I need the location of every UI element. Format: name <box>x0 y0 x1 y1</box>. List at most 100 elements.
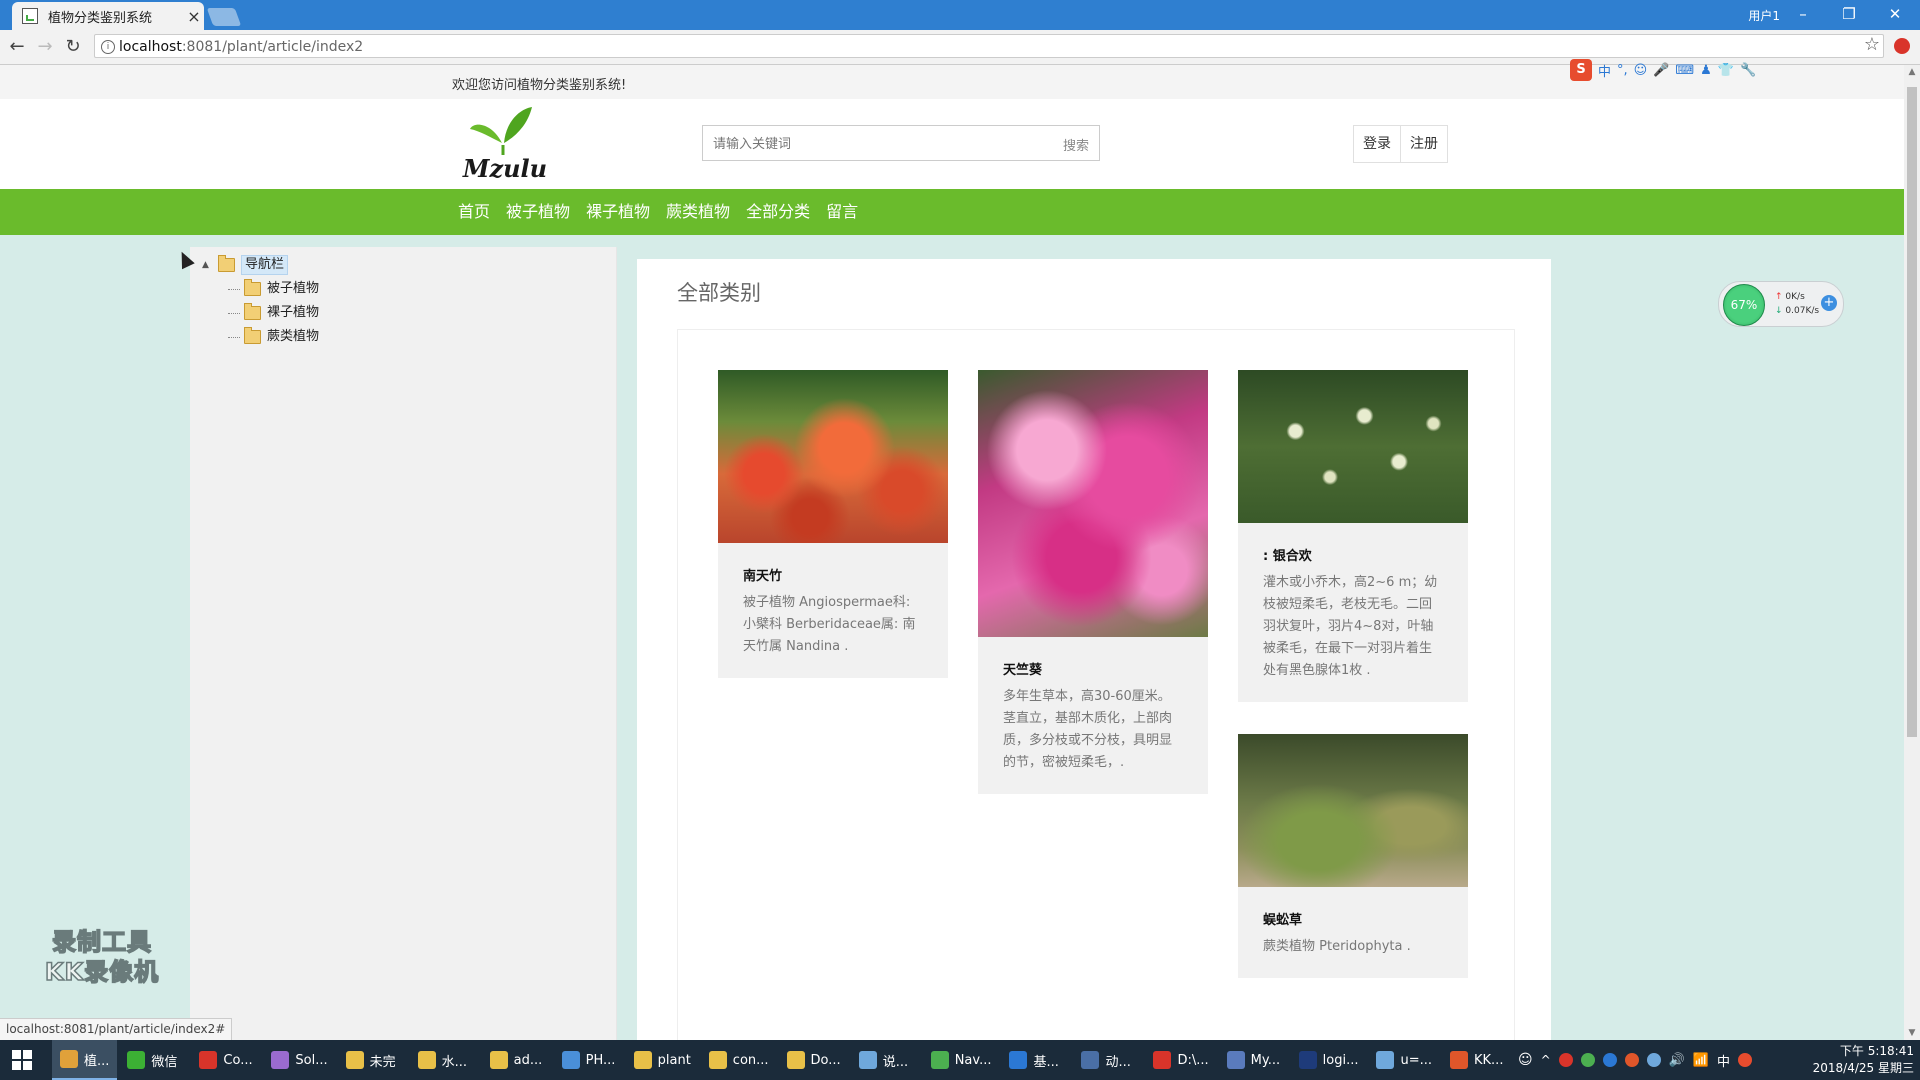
plant-title[interactable]: 蜈蚣草 <box>1263 909 1468 928</box>
plant-card-albizia[interactable]: : 银合欢 灌木或小乔木，高2~6 m；幼枝被短柔毛，老枝无毛。二回羽状复叶，羽… <box>1238 370 1468 702</box>
taskbar-item[interactable]: ad... <box>482 1040 552 1080</box>
tree-collapse-icon[interactable]: ▲ <box>202 253 212 277</box>
site-logo[interactable]: Mzulu <box>462 103 548 185</box>
network-tray-icon[interactable] <box>1646 1053 1661 1067</box>
site-info-icon[interactable]: i <box>101 40 115 54</box>
window-close-icon[interactable]: ✕ <box>1872 0 1918 30</box>
plant-image[interactable] <box>978 370 1208 637</box>
taskbar-item[interactable]: 基... <box>1001 1040 1071 1080</box>
plant-card-geranium[interactable]: 天竺葵 多年生草本，高30-60厘米。茎直立，基部木质化，上部肉质，多分枝或不分… <box>978 370 1208 794</box>
back-arrow-icon[interactable]: ← <box>4 34 30 60</box>
nav-ferns[interactable]: 蕨类植物 <box>666 189 730 235</box>
plant-title[interactable]: : 银合欢 <box>1263 545 1468 564</box>
taskbar-item[interactable]: Do... <box>779 1040 849 1080</box>
tray-app-icon[interactable] <box>1580 1053 1595 1067</box>
sogou-ime-icon[interactable]: S <box>1570 59 1592 81</box>
scroll-up-icon[interactable]: ▲ <box>1904 67 1920 77</box>
taskbar-item[interactable]: Nav... <box>923 1040 1000 1080</box>
plant-title[interactable]: 天竺葵 <box>1003 659 1208 678</box>
tab-close-icon[interactable]: × <box>184 7 204 26</box>
taskbar-item[interactable]: D:\... <box>1145 1040 1216 1080</box>
recorder-tray-icon[interactable] <box>1624 1053 1639 1067</box>
app-icon <box>127 1051 146 1069</box>
keyboard-icon[interactable]: ⌨ <box>1675 63 1694 78</box>
taskbar-item-label: Co... <box>223 1052 253 1068</box>
tray-expand-icon[interactable]: ^ <box>1541 1053 1551 1067</box>
page-scrollbar[interactable]: ▲ ▼ <box>1904 65 1920 1040</box>
nav-home[interactable]: 首页 <box>458 189 490 235</box>
network-monitor-widget[interactable]: 67% ↑ 0K/s ↓ 0.07K/s + <box>1718 281 1844 327</box>
windows-start-icon[interactable] <box>12 1050 32 1070</box>
taskbar-item[interactable]: con... <box>701 1040 777 1080</box>
people-icon[interactable]: ☺ <box>1518 1052 1533 1068</box>
app-icon <box>60 1050 78 1068</box>
bluetooth-icon[interactable] <box>1602 1053 1617 1067</box>
sidebar: ▲ 导航栏 被子植物 裸子植物 蕨类植物 <box>190 247 617 1040</box>
bookmark-star-icon[interactable]: ☆ <box>1864 34 1880 55</box>
taskbar-item[interactable]: Co... <box>191 1040 261 1080</box>
taskbar-item[interactable]: plant <box>626 1040 699 1080</box>
restore-icon[interactable]: ❐ <box>1826 0 1872 30</box>
taskbar-item[interactable]: PH... <box>554 1040 624 1080</box>
wrench-icon[interactable]: 🔧 <box>1740 63 1756 78</box>
plant-card-nandina[interactable]: 南天竹 被子植物 Angiospermae科: 小檗科 Berberidacea… <box>718 370 948 678</box>
tree-root[interactable]: ▲ 导航栏 <box>202 253 319 277</box>
wifi-icon[interactable]: 📶 <box>1693 1053 1709 1068</box>
nav-messages[interactable]: 留言 <box>826 189 858 235</box>
nav-all-categories[interactable]: 全部分类 <box>746 189 810 235</box>
taskbar-item[interactable]: 水... <box>410 1040 480 1080</box>
plus-icon[interactable]: + <box>1821 295 1837 311</box>
input-language-indicator[interactable]: 中 <box>1717 1051 1730 1070</box>
taskbar-item[interactable]: KK... <box>1442 1040 1512 1080</box>
taskbar-item-label: 动... <box>1105 1054 1131 1070</box>
extension-icon[interactable] <box>1894 38 1910 54</box>
tree-item-gymnosperms[interactable]: 裸子植物 <box>228 301 319 325</box>
register-button[interactable]: 注册 <box>1401 126 1447 162</box>
plant-image[interactable] <box>1238 734 1468 887</box>
search-button[interactable]: 搜索 <box>1063 135 1089 154</box>
reload-icon[interactable]: ↻ <box>60 34 86 60</box>
punctuation-icon[interactable]: °, <box>1617 63 1628 78</box>
browser-user-label[interactable]: 用户1 <box>1748 7 1780 24</box>
taskbar-item[interactable]: u=... <box>1368 1040 1440 1080</box>
app-icon <box>1450 1051 1468 1069</box>
taskbar-item[interactable]: My... <box>1219 1040 1289 1080</box>
taskbar-item[interactable]: logi... <box>1291 1040 1367 1080</box>
nav-gymnosperms[interactable]: 裸子植物 <box>586 189 650 235</box>
skin-icon[interactable]: ♟ <box>1700 63 1712 78</box>
ime-mode-icon[interactable]: 中 <box>1598 61 1611 80</box>
memory-gauge[interactable]: 67% <box>1723 284 1765 326</box>
forward-arrow-icon[interactable]: → <box>32 34 58 60</box>
sogou-tray-icon[interactable] <box>1738 1053 1753 1067</box>
app-icon <box>1298 1051 1317 1069</box>
new-tab-button[interactable] <box>206 8 242 26</box>
minimize-icon[interactable]: – <box>1780 0 1826 30</box>
shirt-icon[interactable]: 👕 <box>1718 63 1734 78</box>
system-clock[interactable]: 下午 5:18:41 2018/4/25 星期三 <box>1790 1043 1914 1077</box>
plant-card-pteris[interactable]: 蜈蚣草 蕨类植物 Pteridophyta . <box>1238 734 1468 978</box>
taskbar-item[interactable]: Sol... <box>263 1040 335 1080</box>
taskbar-item[interactable]: 未完 <box>338 1040 408 1080</box>
tree-item-ferns[interactable]: 蕨类植物 <box>228 325 319 349</box>
app-icon <box>786 1051 805 1069</box>
scrollbar-thumb[interactable] <box>1907 87 1917 737</box>
taskbar-item[interactable]: 微信 <box>119 1040 189 1080</box>
antivirus-icon[interactable] <box>1558 1053 1573 1067</box>
browser-tab-active[interactable]: 植物分类鉴别系统 × <box>12 2 204 30</box>
emoji-icon[interactable]: ☺ <box>1634 63 1648 78</box>
tree-item-angiosperms[interactable]: 被子植物 <box>228 277 319 301</box>
taskbar-item[interactable]: 动... <box>1073 1040 1143 1080</box>
login-button[interactable]: 登录 <box>1354 126 1401 162</box>
scroll-down-icon[interactable]: ▼ <box>1904 1028 1920 1038</box>
nav-angiosperms[interactable]: 被子植物 <box>506 189 570 235</box>
volume-icon[interactable]: 🔊 <box>1669 1053 1685 1068</box>
plant-image[interactable] <box>1238 370 1468 523</box>
search-input[interactable] <box>703 126 1045 162</box>
address-bar[interactable]: i localhost:8081/plant/article/index2 <box>94 34 1884 58</box>
taskbar-item[interactable]: 说... <box>851 1040 921 1080</box>
plant-image[interactable] <box>718 370 948 543</box>
url-host: localhost <box>119 39 182 55</box>
mic-icon[interactable]: 🎤 <box>1653 63 1669 78</box>
taskbar-item[interactable]: 植... <box>52 1040 118 1080</box>
plant-title[interactable]: 南天竹 <box>743 565 948 584</box>
